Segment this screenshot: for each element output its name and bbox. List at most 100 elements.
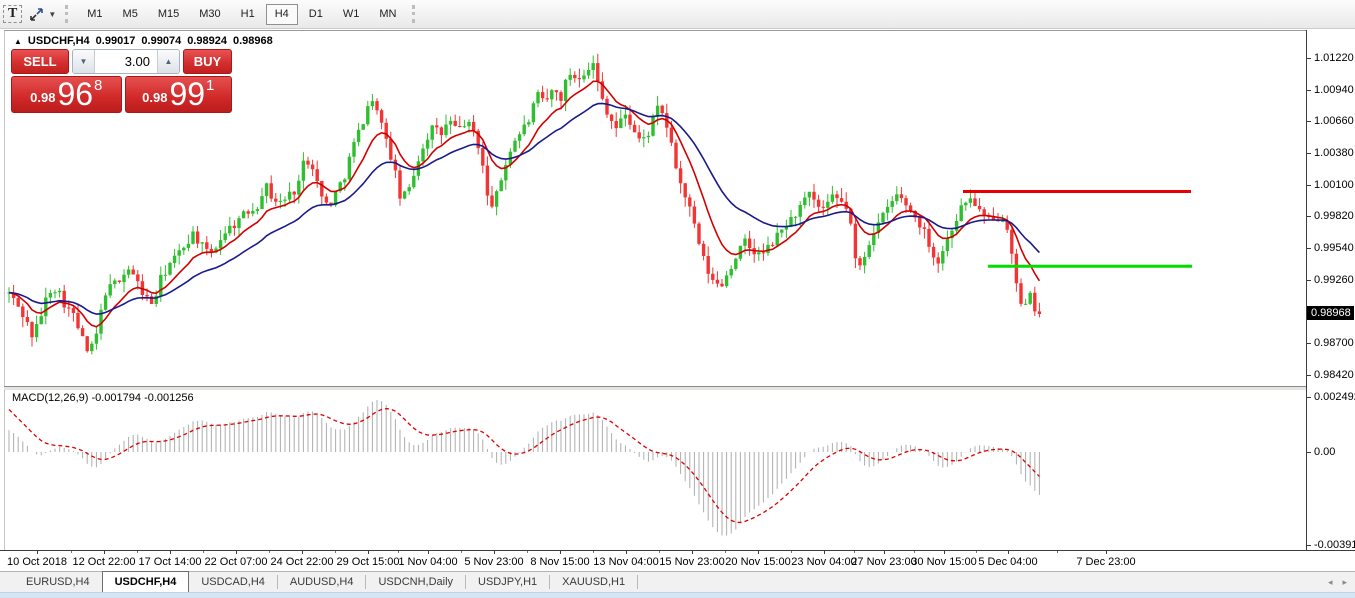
price-axis-label: 1.00940	[1314, 84, 1354, 96]
chart-tab-xauusd-h1[interactable]: XAUUSD,H1	[550, 572, 637, 592]
timeframe-button-m5[interactable]: M5	[114, 4, 147, 25]
timeframe-button-h1[interactable]: H1	[232, 4, 264, 25]
time-axis-minor-tick	[398, 551, 399, 553]
buy-quote-button[interactable]: 0.98 99 1	[125, 76, 233, 113]
time-axis-label: 13 Nov 04:00	[593, 556, 658, 568]
time-axis[interactable]: 10 Oct 201812 Oct 22:0017 Oct 14:0022 Oc…	[0, 550, 1355, 572]
tab-scroll-left-icon[interactable]: ◂	[1328, 577, 1333, 588]
time-axis-label: 5 Dec 04:00	[978, 556, 1037, 568]
time-axis-label: 24 Oct 22:00	[271, 556, 334, 568]
time-axis-minor-tick	[854, 551, 855, 553]
price-axis[interactable]: 1.012201.009401.006601.003801.001000.998…	[1306, 30, 1355, 550]
macd-chart	[5, 390, 1307, 550]
price-axis-label: 0.99260	[1314, 274, 1354, 286]
time-axis-tick	[560, 551, 561, 554]
timeframe-button-mn[interactable]: MN	[370, 4, 405, 25]
text-tool-button[interactable]: T	[2, 2, 23, 26]
macd-indicator-label: MACD(12,26,9) -0.001794 -0.001256	[12, 392, 194, 404]
tab-scroll-buttons: ◂▸	[1328, 572, 1347, 592]
volume-stepper: ▼ 3.00 ▲	[72, 49, 180, 74]
time-axis-tick	[1008, 551, 1009, 554]
price-axis-tick	[1307, 90, 1311, 91]
volume-decrease-button[interactable]: ▼	[73, 50, 95, 73]
price-axis-tick	[1307, 545, 1311, 546]
time-axis-tick	[758, 551, 759, 554]
price-axis-tick	[1307, 185, 1311, 186]
chart-tab-usdjpy-h1[interactable]: USDJPY,H1	[466, 572, 549, 592]
arrow-objects-button[interactable]: ▼	[27, 2, 57, 26]
time-axis-tick	[104, 551, 105, 554]
time-axis-tick	[824, 551, 825, 554]
arrow-objects-icon	[28, 7, 45, 22]
time-axis-minor-tick	[725, 551, 726, 553]
price-chart-pane[interactable]: ▲ USDCHF,H4 0.99017 0.99074 0.98924 0.98…	[4, 30, 1307, 387]
time-axis-tick	[626, 551, 627, 554]
sell-quote-button[interactable]: 0.98 96 8	[11, 76, 122, 113]
time-axis-label: 23 Nov 04:00	[791, 556, 856, 568]
low-value: 0.98924	[187, 35, 227, 47]
buy-pips: 99	[169, 79, 205, 109]
price-axis-tick	[1307, 216, 1311, 217]
time-axis-label: 27 Nov 23:00	[851, 556, 916, 568]
timeframe-button-h4[interactable]: H4	[266, 4, 298, 25]
price-axis-tick	[1307, 397, 1311, 398]
time-axis-tick	[692, 551, 693, 554]
time-axis-minor-tick	[976, 551, 977, 553]
chart-tab-usdcad-h4[interactable]: USDCAD,H4	[189, 572, 277, 592]
time-axis-tick	[236, 551, 237, 554]
volume-increase-button[interactable]: ▲	[157, 50, 179, 73]
timeframe-button-w1[interactable]: W1	[334, 4, 369, 25]
time-axis-tick	[428, 551, 429, 554]
sell-pipette: 8	[94, 77, 102, 94]
timeframe-button-m30[interactable]: M30	[190, 4, 229, 25]
buy-big-figure: 0.98	[142, 90, 167, 105]
buy-button[interactable]: BUY	[183, 49, 232, 74]
tab-scroll-right-icon[interactable]: ▸	[1342, 577, 1347, 588]
toolbar-grip[interactable]	[412, 5, 418, 23]
collapse-panel-icon[interactable]: ▲	[14, 37, 22, 46]
open-value: 0.99017	[96, 35, 136, 47]
time-axis-minor-tick	[791, 551, 792, 553]
time-axis-minor-tick	[71, 551, 72, 553]
close-value: 0.98968	[233, 35, 273, 47]
chart-tab-usdchf-h4[interactable]: USDCHF,H4	[102, 571, 190, 592]
time-axis-tick	[170, 551, 171, 554]
chevron-down-icon: ▼	[48, 10, 56, 19]
time-axis-label: 22 Oct 07:00	[205, 556, 268, 568]
symbol-label: USDCHF,H4	[28, 35, 90, 47]
toolbar-grip[interactable]	[65, 5, 71, 23]
timeframe-toolbar: M1M5M15M30H1H4D1W1MN	[77, 4, 406, 25]
time-axis-tick	[37, 551, 38, 554]
buy-pipette: 1	[206, 77, 214, 94]
timeframe-button-m15[interactable]: M15	[149, 4, 188, 25]
text-tool-icon: T	[3, 5, 22, 23]
time-axis-label: 7 Dec 23:00	[1076, 556, 1135, 568]
chart-tab-eurusd-h4[interactable]: EURUSD,H4	[14, 572, 102, 592]
time-axis-minor-tick	[461, 551, 462, 553]
sell-big-figure: 0.98	[30, 90, 55, 105]
price-axis-label: 1.00660	[1314, 115, 1354, 127]
time-axis-tick	[884, 551, 885, 554]
status-strip	[0, 592, 1355, 598]
macd-indicator-pane[interactable]: MACD(12,26,9) -0.001794 -0.001256	[4, 390, 1307, 550]
chart-tab-usdcnh-daily[interactable]: USDCNH,Daily	[366, 572, 465, 592]
mt4-chart-window: T ▼ M1M5M15M30H1H4D1W1MN ▲ USDCHF,H4 0.9…	[0, 0, 1355, 598]
timeframe-button-m1[interactable]: M1	[78, 4, 111, 25]
time-axis-tick	[944, 551, 945, 554]
time-axis-tick	[368, 551, 369, 554]
timeframe-button-d1[interactable]: D1	[300, 4, 332, 25]
time-axis-tick	[494, 551, 495, 554]
time-axis-label: 20 Nov 15:00	[725, 556, 790, 568]
time-axis-label: 5 Nov 23:00	[464, 556, 523, 568]
top-toolbar: T ▼ M1M5M15M30H1H4D1W1MN	[0, 0, 1355, 29]
price-axis-tick	[1307, 280, 1311, 281]
macd-axis-label: 0.002492	[1314, 391, 1355, 403]
volume-input[interactable]: 3.00	[95, 50, 157, 73]
sell-button[interactable]: SELL	[11, 49, 69, 74]
price-axis-label: 0.98420	[1314, 369, 1354, 381]
time-axis-minor-tick	[269, 551, 270, 553]
time-axis-minor-tick	[527, 551, 528, 553]
price-axis-tick	[1307, 58, 1311, 59]
time-axis-label: 29 Oct 15:00	[337, 556, 400, 568]
chart-tab-audusd-h4[interactable]: AUDUSD,H4	[278, 572, 366, 592]
